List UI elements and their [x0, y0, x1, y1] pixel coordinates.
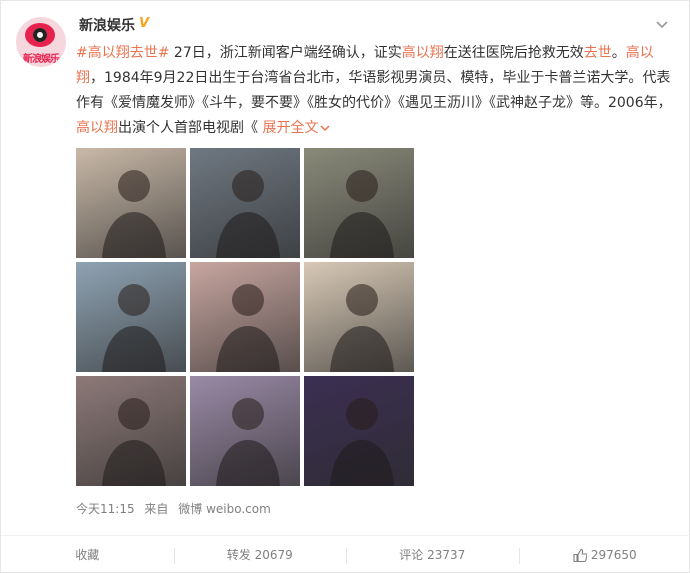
person-silhouette-icon: [330, 398, 394, 486]
weibo-post-card: 新浪娱乐 新浪娱乐 V #高以翔去世# 27日，浙江新闻客户端经确认，证实高以翔…: [0, 0, 690, 573]
person-silhouette-icon: [216, 284, 280, 372]
post-time[interactable]: 今天11:15: [76, 502, 135, 516]
photo-thumbnail[interactable]: [76, 262, 186, 372]
account-name[interactable]: 新浪娱乐: [79, 15, 135, 35]
expand-label: 展开全文: [262, 120, 319, 136]
post-text-segment: 在送往医院后抢救无效: [443, 45, 584, 61]
photo-thumbnail[interactable]: [190, 262, 300, 372]
post-text-segment: 出演个人首部电视剧《: [118, 120, 258, 136]
action-bar: 收藏 转发 20679 评论 23737 297650: [1, 535, 690, 573]
person-silhouette-icon: [102, 170, 166, 258]
photo-thumbnail[interactable]: [304, 376, 414, 486]
person-silhouette-icon: [330, 170, 394, 258]
chevron-down-icon[interactable]: [656, 19, 668, 31]
chevron-down-icon: [320, 125, 330, 132]
thumbs-up-icon: [573, 549, 587, 562]
name-link[interactable]: 高以翔: [402, 45, 444, 61]
person-silhouette-icon: [102, 284, 166, 372]
person-silhouette-icon: [216, 398, 280, 486]
like-count: 297650: [590, 548, 637, 562]
post-text-segment: 27日，浙江新闻客户端经确认，证实: [169, 45, 402, 61]
post-text-segment: 。: [611, 45, 626, 61]
favorite-label: 收藏: [75, 548, 100, 562]
photo-thumbnail[interactable]: [190, 148, 300, 258]
source-label: 来自: [144, 502, 169, 516]
logo-eye-icon: [25, 23, 55, 47]
comment-button[interactable]: 评论 23737: [346, 536, 519, 573]
verified-icon: V: [139, 16, 150, 31]
photo-thumbnail[interactable]: [304, 262, 414, 372]
source-link[interactable]: 微博 weibo.com: [178, 502, 271, 516]
photo-thumbnail[interactable]: [304, 148, 414, 258]
comment-label: 评论 23737: [399, 548, 466, 562]
person-silhouette-icon: [330, 284, 394, 372]
post-text: #高以翔去世# 27日，浙江新闻客户端经确认，证实高以翔在送往医院后抢救无效去世…: [76, 41, 676, 141]
repost-button[interactable]: 转发 20679: [173, 536, 347, 573]
photo-thumbnail[interactable]: [76, 376, 186, 486]
person-silhouette-icon: [102, 398, 166, 486]
name-link[interactable]: 高以翔: [76, 120, 118, 136]
person-silhouette-icon: [216, 170, 280, 258]
avatar-logo-text: 新浪娱乐: [23, 54, 60, 65]
hashtag-link[interactable]: #高以翔去世#: [76, 45, 169, 61]
photo-thumbnail[interactable]: [190, 376, 300, 486]
death-link[interactable]: 去世: [584, 45, 612, 61]
favorite-button[interactable]: 收藏: [1, 536, 174, 573]
like-button[interactable]: 297650: [518, 536, 690, 573]
account-avatar[interactable]: 新浪娱乐: [16, 17, 66, 67]
post-meta: 今天11:15 来自 微博 weibo.com: [76, 500, 277, 517]
repost-label: 转发 20679: [226, 548, 293, 562]
expand-full-text-link[interactable]: 展开全文: [262, 120, 330, 136]
post-text-segment: ，1984年9月22日出生于台湾省台北市，华语影视男演员、模特，毕业于卡普兰诺大…: [76, 70, 672, 111]
photo-thumbnail[interactable]: [76, 148, 186, 258]
